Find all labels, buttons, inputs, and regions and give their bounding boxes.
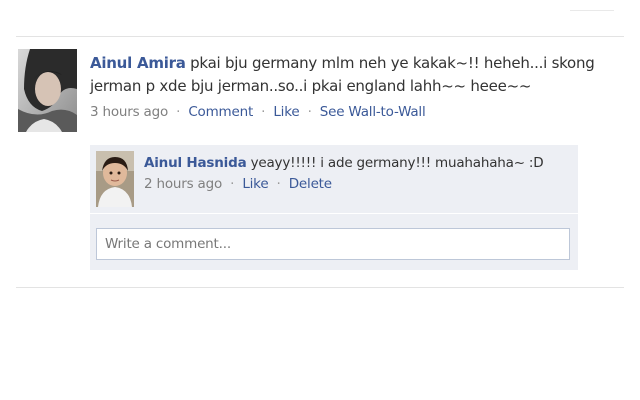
commenter-avatar[interactable] <box>96 151 134 207</box>
story-bottom-divider <box>16 287 624 288</box>
middle-dot-icon: · <box>276 176 281 192</box>
middle-dot-icon: · <box>261 104 266 120</box>
comment-timestamp[interactable]: 2 hours ago <box>144 176 222 192</box>
comment-message: yeayy!!!!! i ade germany!!! muahahaha~ :… <box>250 155 544 171</box>
top-divider <box>570 10 614 11</box>
story-content: Ainul Amira pkai bju germany mlm neh ye … <box>90 52 610 120</box>
write-comment-input[interactable] <box>96 228 570 260</box>
actor-name-link[interactable]: Ainul Amira <box>90 54 186 72</box>
like-link[interactable]: Like <box>273 104 299 120</box>
comment-meta: 2 hours ago · Like · Delete <box>144 176 568 192</box>
actor-avatar-image <box>18 49 77 132</box>
story-timestamp[interactable]: 3 hours ago <box>90 104 168 120</box>
wall-to-wall-link[interactable]: See Wall-to-Wall <box>320 104 426 120</box>
commenter-name-link[interactable]: Ainul Hasnida <box>144 155 247 171</box>
comment-text: Ainul Hasnida yeayy!!!!! i ade germany!!… <box>144 153 568 173</box>
comment-delete-link[interactable]: Delete <box>289 176 332 192</box>
comment-like-link[interactable]: Like <box>242 176 268 192</box>
comment-content: Ainul Hasnida yeayy!!!!! i ade germany!!… <box>144 153 568 192</box>
middle-dot-icon: · <box>307 104 312 120</box>
commenter-avatar-image <box>96 151 134 207</box>
story-text: Ainul Amira pkai bju germany mlm neh ye … <box>90 52 610 98</box>
middle-dot-icon: · <box>176 104 181 120</box>
actor-avatar[interactable] <box>18 49 77 132</box>
comment-item: Ainul Hasnida yeayy!!!!! i ade germany!!… <box>90 145 578 214</box>
middle-dot-icon: · <box>230 176 235 192</box>
comments-block: Ainul Hasnida yeayy!!!!! i ade germany!!… <box>90 145 578 270</box>
story-top-divider <box>16 36 624 37</box>
comment-link[interactable]: Comment <box>188 104 253 120</box>
feed-page: Ainul Amira pkai bju germany mlm neh ye … <box>0 0 640 400</box>
story-meta: 3 hours ago · Comment · Like · See Wall-… <box>90 104 610 120</box>
